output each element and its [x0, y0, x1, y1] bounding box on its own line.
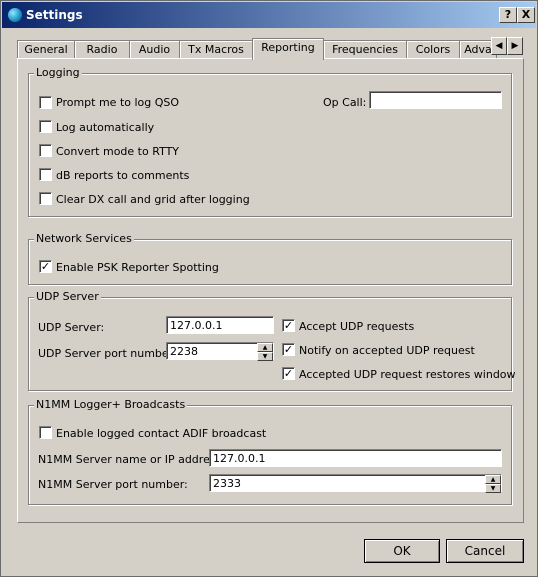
spin-down-icon[interactable]: ▼	[257, 352, 273, 361]
tab-reporting[interactable]: Reporting	[252, 38, 324, 60]
tab-scroll-left-icon[interactable]: ◀	[491, 37, 507, 55]
enable-psk-checkbox[interactable]: ✓	[39, 260, 52, 273]
spin-up-icon[interactable]: ▲	[485, 475, 501, 484]
title-bar: Settings ? X	[2, 2, 536, 28]
reporting-panel: Logging Prompt me to log QSO Log automat…	[17, 58, 524, 523]
db-reports-label: dB reports to comments	[56, 169, 190, 182]
log-automatically-checkbox[interactable]	[39, 120, 52, 133]
restore-window-checkbox[interactable]: ✓	[282, 367, 295, 380]
settings-window: Settings ? X General Radio Audio Tx Macr…	[0, 0, 538, 577]
op-call-label: Op Call:	[323, 96, 367, 109]
db-reports-checkbox[interactable]	[39, 168, 52, 181]
tab-tx-macros[interactable]: Tx Macros	[179, 40, 253, 59]
n1mm-server-label: N1MM Server name or IP address:	[38, 453, 226, 466]
tab-strip: General Radio Audio Tx Macros Reporting …	[17, 38, 523, 60]
n1mm-port-input[interactable]: 2333	[209, 474, 502, 492]
udp-server-label: UDP Server:	[38, 321, 105, 334]
logging-legend: Logging	[34, 66, 82, 79]
network-services-legend: Network Services	[34, 232, 134, 245]
logging-group: Logging Prompt me to log QSO Log automat…	[28, 66, 512, 217]
enable-adif-checkbox[interactable]	[39, 426, 52, 439]
tab-general[interactable]: General	[17, 40, 75, 59]
udp-server-group: UDP Server UDP Server: 127.0.0.1 UDP Ser…	[28, 290, 516, 391]
op-call-input[interactable]	[369, 91, 502, 109]
n1mm-port-spinner[interactable]: ▲ ▼	[485, 475, 501, 493]
spin-down-icon[interactable]: ▼	[485, 484, 501, 493]
n1mm-group: N1MM Logger+ Broadcasts Enable logged co…	[28, 398, 512, 505]
udp-port-spinner[interactable]: ▲ ▼	[257, 343, 273, 361]
spin-up-icon[interactable]: ▲	[257, 343, 273, 352]
enable-psk-label: Enable PSK Reporter Spotting	[56, 261, 219, 274]
notify-udp-label: Notify on accepted UDP request	[299, 344, 475, 357]
n1mm-legend: N1MM Logger+ Broadcasts	[34, 398, 188, 411]
ok-button[interactable]: OK	[364, 539, 440, 563]
window-title: Settings	[26, 8, 83, 22]
convert-mode-label: Convert mode to RTTY	[56, 145, 180, 158]
udp-port-label: UDP Server port number:	[38, 347, 177, 360]
log-automatically-label: Log automatically	[56, 121, 155, 134]
notify-udp-checkbox[interactable]: ✓	[282, 343, 295, 356]
udp-server-legend: UDP Server	[34, 290, 101, 303]
tab-audio[interactable]: Audio	[129, 40, 180, 59]
restore-window-label: Accepted UDP request restores window	[299, 368, 516, 381]
network-services-group: Network Services ✓ Enable PSK Reporter S…	[28, 232, 512, 285]
cancel-button[interactable]: Cancel	[446, 539, 524, 563]
tab-frequencies[interactable]: Frequencies	[323, 40, 407, 59]
enable-adif-label: Enable logged contact ADIF broadcast	[56, 427, 267, 440]
accept-udp-checkbox[interactable]: ✓	[282, 319, 295, 332]
tab-colors[interactable]: Colors	[406, 40, 460, 59]
n1mm-server-input[interactable]: 127.0.0.1	[209, 449, 502, 467]
tab-scroll-right-icon[interactable]: ▶	[507, 37, 523, 55]
udp-server-input[interactable]: 127.0.0.1	[166, 316, 274, 334]
n1mm-port-label: N1MM Server port number:	[38, 478, 188, 491]
accept-udp-label: Accept UDP requests	[299, 320, 415, 333]
tab-radio[interactable]: Radio	[74, 40, 130, 59]
clear-dx-checkbox[interactable]	[39, 192, 52, 205]
prompt-log-qso-label: Prompt me to log QSO	[56, 96, 180, 109]
help-button[interactable]: ?	[499, 7, 517, 23]
close-button[interactable]: X	[517, 7, 535, 23]
clear-dx-label: Clear DX call and grid after logging	[56, 193, 250, 206]
app-globe-icon	[8, 8, 22, 22]
prompt-log-qso-checkbox[interactable]	[39, 96, 52, 109]
convert-mode-checkbox[interactable]	[39, 144, 52, 157]
